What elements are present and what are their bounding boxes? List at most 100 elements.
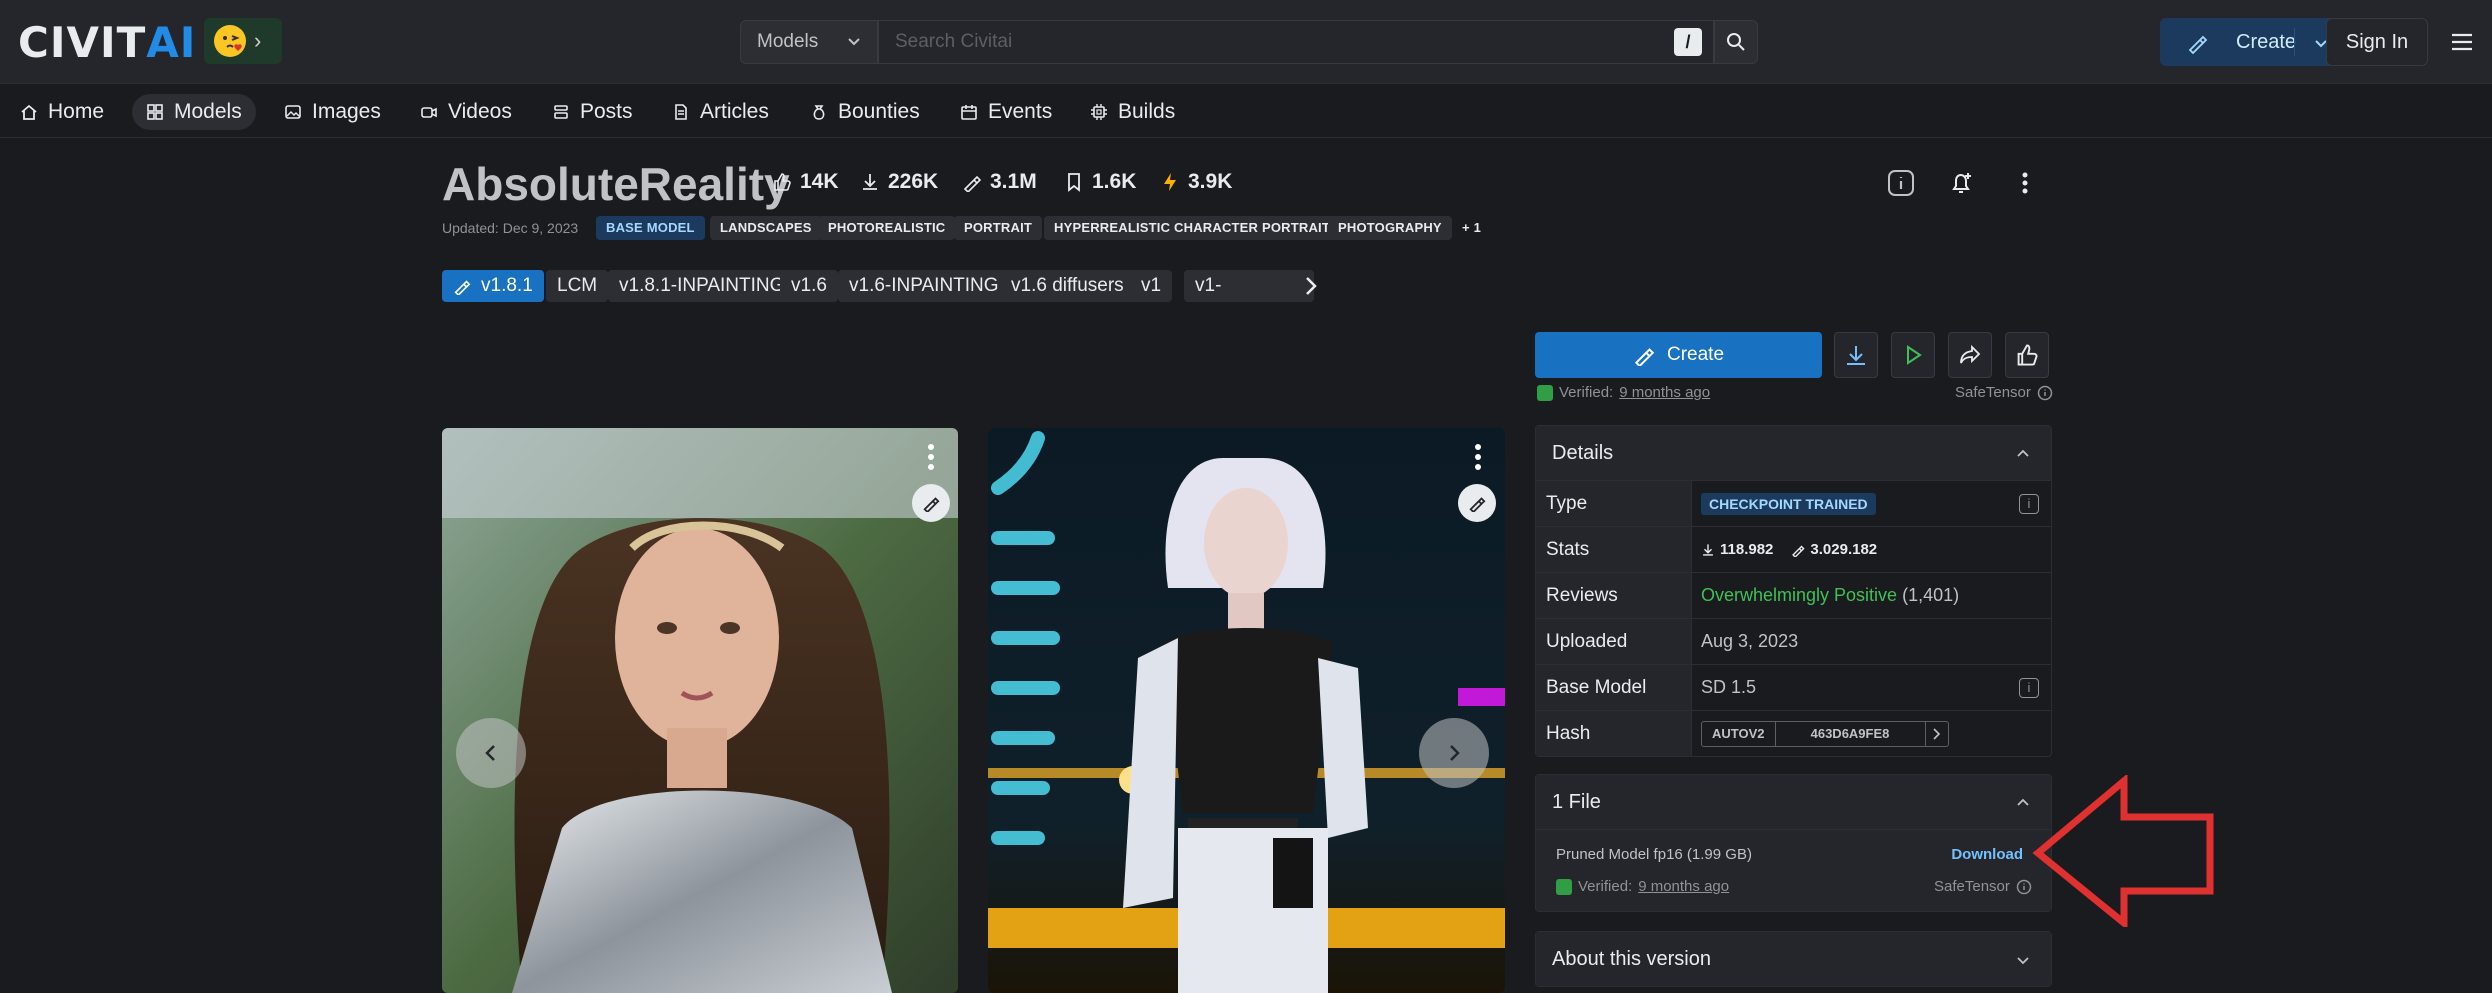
version-tab-v1-inpainting[interactable]: v1-INPAINTING: [1184, 270, 1314, 302]
share-button[interactable]: [1948, 332, 1992, 378]
files-header[interactable]: 1 File: [1536, 775, 2051, 829]
details-row-stats: Stats 118.982 3.029.182: [1536, 526, 2051, 572]
verified-time-link[interactable]: 9 months ago: [1619, 384, 1710, 401]
cpu-icon: [1091, 104, 1107, 120]
annotation-arrow: [2032, 775, 2216, 927]
brush-icon: [1634, 348, 1655, 366]
tag-more[interactable]: + 1: [1452, 216, 1491, 240]
video-icon: [421, 107, 437, 118]
search-category-select[interactable]: Models: [740, 20, 878, 64]
file-item: Pruned Model fp16 (1.99 GB) Download Ver…: [1536, 829, 2051, 911]
verified-time-link[interactable]: 9 months ago: [1638, 878, 1729, 895]
search-input[interactable]: [878, 20, 1714, 64]
version-tab-v1-6-diffusers[interactable]: v1.6 diffusers: [1000, 270, 1135, 302]
article-icon: [675, 104, 687, 120]
stat-generations: 3.1M: [962, 170, 1037, 194]
chevron-right-icon: [1450, 745, 1460, 761]
showcase-image-1[interactable]: [442, 428, 958, 993]
tag-portrait[interactable]: PORTRAIT: [954, 216, 1043, 240]
carousel-prev-button[interactable]: [456, 718, 526, 788]
details-row-hash: Hash AUTOV2 463D6A9FE8: [1536, 710, 2051, 756]
more-options-icon[interactable]: [1473, 442, 1483, 472]
chevron-right-icon[interactable]: [1926, 722, 1948, 746]
version-tab-v1-6[interactable]: v1.6: [780, 270, 838, 302]
nav-models[interactable]: Models: [132, 94, 256, 130]
download-button[interactable]: [1834, 332, 1878, 378]
carousel-next-button[interactable]: [1419, 718, 1489, 788]
nav-builds[interactable]: Builds: [1076, 94, 1189, 130]
details-row-type: Type CHECKPOINT TRAINED i: [1536, 480, 2051, 526]
version-tab-v1-8-1-inpainting[interactable]: v1.8.1-INPAINTING: [608, 270, 796, 302]
calendar-icon: [961, 105, 977, 120]
download-icon: [863, 174, 877, 190]
nav-posts[interactable]: Posts: [538, 94, 647, 130]
chevron-down-icon: [845, 32, 863, 50]
lightning-icon: [1164, 173, 1176, 191]
version-tab-v1-8-1[interactable]: v1.8.1: [442, 270, 544, 302]
sign-in-button[interactable]: Sign In: [2326, 18, 2428, 66]
kiss-emoji-icon: [214, 25, 246, 57]
brush-icon: [2186, 32, 2208, 54]
hamburger-menu-icon[interactable]: [2450, 30, 2474, 54]
version-tab-v1-6-inpainting[interactable]: v1.6-INPAINTING: [838, 270, 1010, 302]
info-circle-icon[interactable]: [2037, 385, 2053, 401]
details-row-uploaded: Uploaded Aug 3, 2023: [1536, 618, 2051, 664]
remix-button[interactable]: [1458, 484, 1496, 522]
nav-events[interactable]: Events: [946, 94, 1066, 130]
version-tab-v1[interactable]: v1: [1130, 270, 1173, 302]
file-format: SafeTensor: [1955, 384, 2053, 401]
info-icon[interactable]: i: [2019, 494, 2039, 514]
like-button[interactable]: [2005, 332, 2049, 378]
tag-base-model[interactable]: BASE MODEL: [596, 216, 705, 240]
more-options-icon[interactable]: [2010, 168, 2040, 198]
more-options-icon[interactable]: [926, 442, 936, 472]
details-row-reviews: Reviews Overwhelmingly Positive (1,401): [1536, 572, 2051, 618]
details-row-base-model: Base Model SD 1.5 i: [1536, 664, 2051, 710]
download-icon: [1847, 346, 1865, 365]
tag-landscapes[interactable]: LANDSCAPES: [710, 216, 822, 240]
grid-icon: [147, 104, 163, 120]
tag-photography[interactable]: PHOTOGRAPHY: [1328, 216, 1452, 240]
tag-photorealistic[interactable]: PHOTOREALISTIC: [818, 216, 956, 240]
search-icon: [1727, 33, 1745, 51]
hash-box[interactable]: AUTOV2 463D6A9FE8: [1701, 720, 1949, 747]
details-header[interactable]: Details: [1536, 426, 2051, 480]
create-menu-button[interactable]: Create: [2160, 18, 2348, 66]
chevron-right-icon[interactable]: [1300, 274, 1322, 298]
portrait-armor-image: [442, 428, 958, 993]
showcase-image-2[interactable]: [988, 428, 1505, 993]
info-icon[interactable]: [1886, 168, 1916, 198]
moneybag-icon: [813, 105, 825, 120]
nav-home[interactable]: Home: [6, 94, 118, 130]
stat-buzz: 3.9K: [1160, 170, 1232, 194]
info-circle-icon[interactable]: [2016, 879, 2032, 895]
nav-bounties[interactable]: Bounties: [796, 94, 934, 130]
thumbs-up-icon: [2017, 344, 2038, 366]
stat-bookmarks: 1.6K: [1064, 170, 1136, 194]
thumbs-up-icon: [774, 173, 791, 191]
updated-date: Updated: Dec 9, 2023: [442, 220, 579, 236]
bell-plus-icon[interactable]: [1946, 168, 1976, 198]
nav-articles[interactable]: Articles: [658, 94, 783, 130]
verified-shield-icon: [1556, 878, 1572, 895]
model-title: AbsoluteReality: [442, 158, 790, 210]
verified-shield-icon: [1537, 384, 1553, 401]
civitai-logo[interactable]: CIVIT AI: [18, 18, 196, 67]
emoji-menu-button[interactable]: ›: [204, 18, 282, 64]
search-shortcut-key: /: [1674, 28, 1702, 56]
search-button[interactable]: [1714, 20, 1758, 64]
download-icon: [1703, 543, 1713, 556]
version-tab-lcm[interactable]: LCM: [546, 270, 609, 302]
reviews-summary-link[interactable]: Overwhelmingly Positive: [1701, 585, 1897, 606]
info-icon[interactable]: i: [2019, 678, 2039, 698]
create-button[interactable]: Create: [1535, 332, 1822, 378]
play-button[interactable]: [1891, 332, 1935, 378]
brush-icon: [1792, 545, 1805, 557]
nav-videos[interactable]: Videos: [406, 94, 526, 130]
top-header: CIVITAI › Models / Create Sign In: [0, 0, 2492, 84]
remix-button[interactable]: [912, 484, 950, 522]
nav-images[interactable]: Images: [270, 94, 395, 130]
download-link[interactable]: Download: [1951, 846, 2023, 863]
tag-hyperrealistic-character-portraits[interactable]: HYPERREALISTIC CHARACTER PORTRAITS: [1044, 216, 1349, 240]
about-header[interactable]: About this version: [1536, 932, 2051, 986]
